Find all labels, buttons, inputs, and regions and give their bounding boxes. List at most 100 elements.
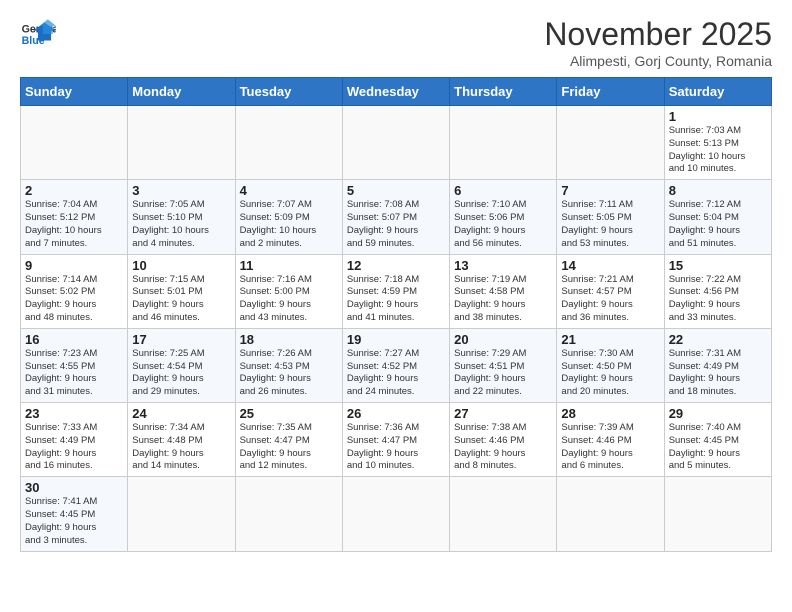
calendar-cell: 11Sunrise: 7:16 AM Sunset: 5:00 PM Dayli… — [235, 254, 342, 328]
calendar-cell: 27Sunrise: 7:38 AM Sunset: 4:46 PM Dayli… — [450, 403, 557, 477]
day-info: Sunrise: 7:33 AM Sunset: 4:49 PM Dayligh… — [25, 422, 123, 473]
day-number: 10 — [132, 258, 230, 273]
day-number: 22 — [669, 332, 767, 347]
day-number: 27 — [454, 406, 552, 421]
calendar-row-4: 23Sunrise: 7:33 AM Sunset: 4:49 PM Dayli… — [21, 403, 772, 477]
day-info: Sunrise: 7:05 AM Sunset: 5:10 PM Dayligh… — [132, 199, 230, 250]
day-info: Sunrise: 7:35 AM Sunset: 4:47 PM Dayligh… — [240, 422, 338, 473]
calendar-cell: 28Sunrise: 7:39 AM Sunset: 4:46 PM Dayli… — [557, 403, 664, 477]
calendar-cell: 19Sunrise: 7:27 AM Sunset: 4:52 PM Dayli… — [342, 328, 449, 402]
page: General Blue November 2025 Alimpesti, Go… — [0, 0, 792, 562]
day-number: 16 — [25, 332, 123, 347]
day-number: 6 — [454, 183, 552, 198]
day-info: Sunrise: 7:40 AM Sunset: 4:45 PM Dayligh… — [669, 422, 767, 473]
day-number: 4 — [240, 183, 338, 198]
calendar-cell — [664, 477, 771, 551]
calendar-cell — [128, 106, 235, 180]
day-number: 11 — [240, 258, 338, 273]
day-number: 28 — [561, 406, 659, 421]
day-info: Sunrise: 7:21 AM Sunset: 4:57 PM Dayligh… — [561, 274, 659, 325]
day-number: 15 — [669, 258, 767, 273]
calendar-cell: 18Sunrise: 7:26 AM Sunset: 4:53 PM Dayli… — [235, 328, 342, 402]
day-number: 14 — [561, 258, 659, 273]
day-info: Sunrise: 7:04 AM Sunset: 5:12 PM Dayligh… — [25, 199, 123, 250]
generalblue-logo-icon: General Blue — [20, 16, 56, 52]
weekday-header-sunday: Sunday — [21, 78, 128, 106]
day-number: 17 — [132, 332, 230, 347]
day-info: Sunrise: 7:08 AM Sunset: 5:07 PM Dayligh… — [347, 199, 445, 250]
day-info: Sunrise: 7:12 AM Sunset: 5:04 PM Dayligh… — [669, 199, 767, 250]
calendar-row-0: 1Sunrise: 7:03 AM Sunset: 5:13 PM Daylig… — [21, 106, 772, 180]
day-info: Sunrise: 7:30 AM Sunset: 4:50 PM Dayligh… — [561, 348, 659, 399]
day-info: Sunrise: 7:19 AM Sunset: 4:58 PM Dayligh… — [454, 274, 552, 325]
calendar-cell: 22Sunrise: 7:31 AM Sunset: 4:49 PM Dayli… — [664, 328, 771, 402]
calendar-cell — [450, 477, 557, 551]
day-number: 9 — [25, 258, 123, 273]
calendar-cell: 24Sunrise: 7:34 AM Sunset: 4:48 PM Dayli… — [128, 403, 235, 477]
weekday-header-friday: Friday — [557, 78, 664, 106]
calendar-cell: 21Sunrise: 7:30 AM Sunset: 4:50 PM Dayli… — [557, 328, 664, 402]
day-info: Sunrise: 7:36 AM Sunset: 4:47 PM Dayligh… — [347, 422, 445, 473]
title-block: November 2025 Alimpesti, Gorj County, Ro… — [544, 16, 772, 69]
day-number: 23 — [25, 406, 123, 421]
day-number: 1 — [669, 109, 767, 124]
day-number: 3 — [132, 183, 230, 198]
day-info: Sunrise: 7:25 AM Sunset: 4:54 PM Dayligh… — [132, 348, 230, 399]
calendar-cell: 23Sunrise: 7:33 AM Sunset: 4:49 PM Dayli… — [21, 403, 128, 477]
weekday-header-thursday: Thursday — [450, 78, 557, 106]
calendar-cell — [557, 106, 664, 180]
weekday-header-wednesday: Wednesday — [342, 78, 449, 106]
day-number: 12 — [347, 258, 445, 273]
day-number: 2 — [25, 183, 123, 198]
calendar-cell: 5Sunrise: 7:08 AM Sunset: 5:07 PM Daylig… — [342, 180, 449, 254]
day-info: Sunrise: 7:41 AM Sunset: 4:45 PM Dayligh… — [25, 496, 123, 547]
day-number: 8 — [669, 183, 767, 198]
calendar-cell: 29Sunrise: 7:40 AM Sunset: 4:45 PM Dayli… — [664, 403, 771, 477]
calendar-cell: 25Sunrise: 7:35 AM Sunset: 4:47 PM Dayli… — [235, 403, 342, 477]
calendar-cell: 26Sunrise: 7:36 AM Sunset: 4:47 PM Dayli… — [342, 403, 449, 477]
calendar-cell: 30Sunrise: 7:41 AM Sunset: 4:45 PM Dayli… — [21, 477, 128, 551]
weekday-header-saturday: Saturday — [664, 78, 771, 106]
day-info: Sunrise: 7:11 AM Sunset: 5:05 PM Dayligh… — [561, 199, 659, 250]
day-number: 7 — [561, 183, 659, 198]
day-info: Sunrise: 7:26 AM Sunset: 4:53 PM Dayligh… — [240, 348, 338, 399]
calendar-cell: 20Sunrise: 7:29 AM Sunset: 4:51 PM Dayli… — [450, 328, 557, 402]
day-info: Sunrise: 7:23 AM Sunset: 4:55 PM Dayligh… — [25, 348, 123, 399]
calendar-cell — [128, 477, 235, 551]
location-subtitle: Alimpesti, Gorj County, Romania — [544, 53, 772, 69]
day-info: Sunrise: 7:27 AM Sunset: 4:52 PM Dayligh… — [347, 348, 445, 399]
day-number: 25 — [240, 406, 338, 421]
day-info: Sunrise: 7:07 AM Sunset: 5:09 PM Dayligh… — [240, 199, 338, 250]
calendar-cell: 16Sunrise: 7:23 AM Sunset: 4:55 PM Dayli… — [21, 328, 128, 402]
calendar-cell: 1Sunrise: 7:03 AM Sunset: 5:13 PM Daylig… — [664, 106, 771, 180]
calendar-cell — [235, 106, 342, 180]
month-title: November 2025 — [544, 16, 772, 53]
calendar-cell: 7Sunrise: 7:11 AM Sunset: 5:05 PM Daylig… — [557, 180, 664, 254]
calendar-cell: 6Sunrise: 7:10 AM Sunset: 5:06 PM Daylig… — [450, 180, 557, 254]
calendar-cell — [342, 477, 449, 551]
header: General Blue November 2025 Alimpesti, Go… — [20, 16, 772, 69]
calendar-row-2: 9Sunrise: 7:14 AM Sunset: 5:02 PM Daylig… — [21, 254, 772, 328]
calendar-row-5: 30Sunrise: 7:41 AM Sunset: 4:45 PM Dayli… — [21, 477, 772, 551]
calendar-cell — [342, 106, 449, 180]
day-number: 21 — [561, 332, 659, 347]
day-number: 13 — [454, 258, 552, 273]
calendar-cell: 2Sunrise: 7:04 AM Sunset: 5:12 PM Daylig… — [21, 180, 128, 254]
day-number: 30 — [25, 480, 123, 495]
day-info: Sunrise: 7:18 AM Sunset: 4:59 PM Dayligh… — [347, 274, 445, 325]
day-info: Sunrise: 7:38 AM Sunset: 4:46 PM Dayligh… — [454, 422, 552, 473]
day-info: Sunrise: 7:16 AM Sunset: 5:00 PM Dayligh… — [240, 274, 338, 325]
day-number: 24 — [132, 406, 230, 421]
weekday-header-monday: Monday — [128, 78, 235, 106]
logo: General Blue — [20, 16, 60, 52]
calendar-cell: 4Sunrise: 7:07 AM Sunset: 5:09 PM Daylig… — [235, 180, 342, 254]
day-number: 29 — [669, 406, 767, 421]
calendar-table: SundayMondayTuesdayWednesdayThursdayFrid… — [20, 77, 772, 552]
day-number: 26 — [347, 406, 445, 421]
calendar-row-3: 16Sunrise: 7:23 AM Sunset: 4:55 PM Dayli… — [21, 328, 772, 402]
day-info: Sunrise: 7:03 AM Sunset: 5:13 PM Dayligh… — [669, 125, 767, 176]
calendar-cell — [235, 477, 342, 551]
calendar-cell: 14Sunrise: 7:21 AM Sunset: 4:57 PM Dayli… — [557, 254, 664, 328]
day-info: Sunrise: 7:34 AM Sunset: 4:48 PM Dayligh… — [132, 422, 230, 473]
calendar-cell: 9Sunrise: 7:14 AM Sunset: 5:02 PM Daylig… — [21, 254, 128, 328]
